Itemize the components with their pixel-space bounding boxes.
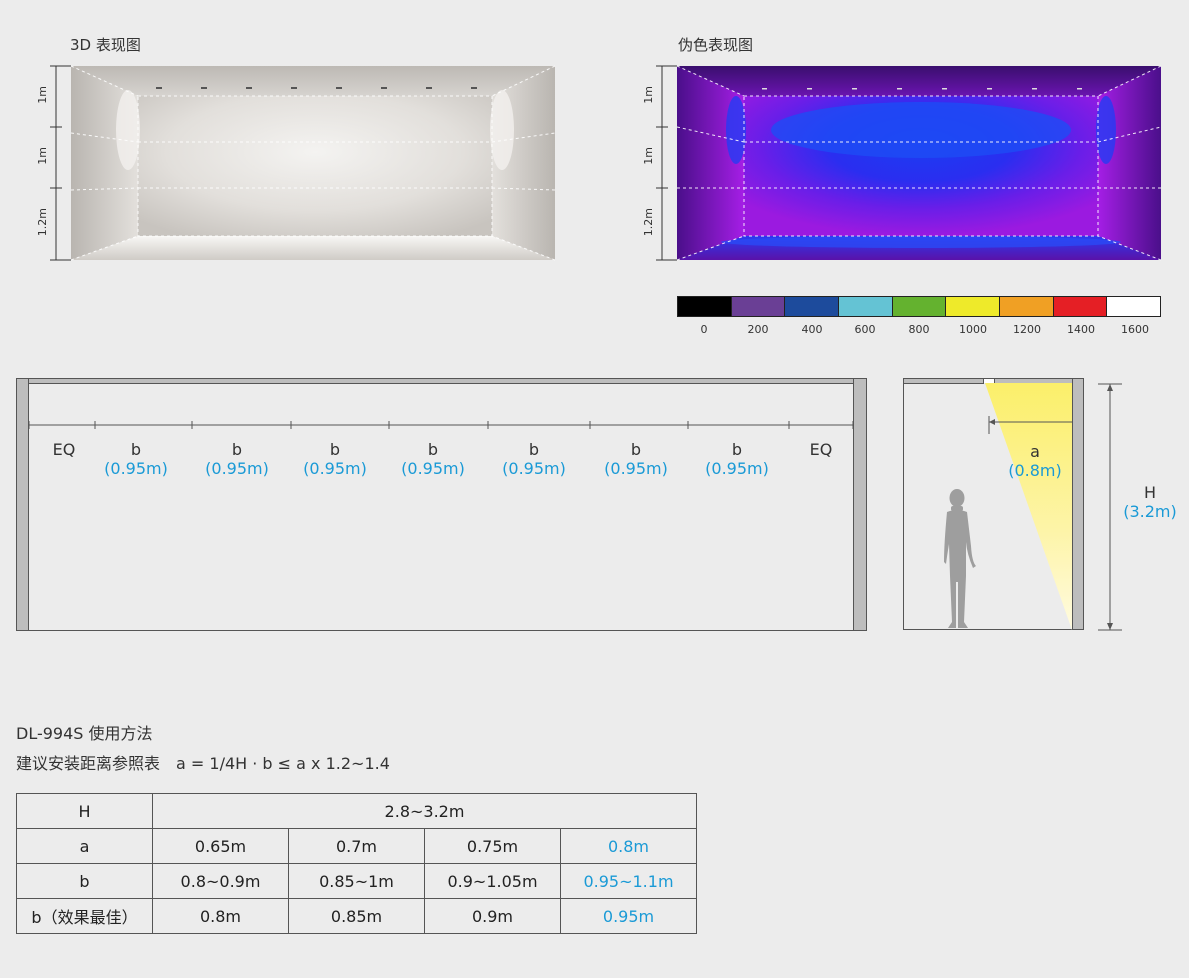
color-scale-bar [677, 296, 1161, 317]
scale-label: 1400 [1067, 323, 1095, 336]
scale-swatch [1000, 297, 1054, 316]
scale-swatch [946, 297, 1001, 316]
render-3d-dim-1: 1m [36, 86, 49, 104]
table-cell: 0.8m [560, 828, 697, 864]
usage-title: DL-994S 使用方法 [16, 724, 153, 743]
table-cell: 0.85m [288, 898, 425, 934]
table-cell: 0.65m [152, 828, 289, 864]
table-cell: 2.8~3.2m [152, 793, 697, 829]
section-view [903, 378, 1122, 631]
plan-view [16, 378, 867, 631]
plan-segment-label: b (0.95m) [205, 440, 269, 478]
table-cell: 0.95m [560, 898, 697, 934]
table-cell: 0.8~0.9m [152, 863, 289, 899]
falsecolor-dim-1: 1m [642, 86, 655, 104]
table-row: b（效果最佳） 0.8m 0.85m 0.9m 0.95m [16, 898, 697, 934]
scale-swatch [731, 297, 786, 316]
falsecolor-title: 伪色表现图 [678, 36, 754, 54]
usage-formula: 建议安装距离参照表 a = 1/4H · b ≤ a x 1.2~1.4 [16, 754, 390, 773]
scale-label: 600 [854, 323, 876, 336]
falsecolor-dim-3: 1.2m [642, 208, 655, 237]
scale-label: 400 [801, 323, 823, 336]
table-head-cell: a [16, 828, 153, 864]
plan-segment-label: b (0.95m) [502, 440, 566, 478]
plan-segment-label: b (0.95m) [104, 440, 168, 478]
plan-segment-label: b (0.95m) [401, 440, 465, 478]
table-row: b 0.8~0.9m 0.85~1m 0.9~1.05m 0.95~1.1m [16, 863, 697, 899]
scale-swatch [892, 297, 947, 316]
render-3d-title: 3D 表现图 [70, 36, 141, 54]
falsecolor-image [656, 65, 1162, 261]
plan-segment-label: b (0.95m) [303, 440, 367, 478]
render-3d-image [50, 65, 556, 261]
table-cell: 0.85~1m [288, 863, 425, 899]
table-head-cell: b（效果最佳） [16, 898, 153, 934]
render-3d-dim-3: 1.2m [36, 208, 49, 237]
person-silhouette-icon [944, 489, 976, 628]
table-head-cell: H [16, 793, 153, 829]
table-cell: 0.8m [152, 898, 289, 934]
scale-swatch [1053, 297, 1108, 316]
table-cell: 0.75m [424, 828, 561, 864]
table-row: a 0.65m 0.7m 0.75m 0.8m [16, 828, 697, 864]
scale-swatch [1107, 297, 1161, 316]
scale-label: 0 [700, 323, 708, 336]
render-3d-dim-2: 1m [36, 147, 49, 165]
scale-label: 1200 [1013, 323, 1041, 336]
falsecolor-dim-2: 1m [642, 147, 655, 165]
table-cell: 0.7m [288, 828, 425, 864]
scale-label: 200 [747, 323, 769, 336]
plan-segment-label: b (0.95m) [604, 440, 668, 478]
table-cell: 0.9~1.05m [424, 863, 561, 899]
plan-segment-label: b (0.95m) [705, 440, 769, 478]
reference-table: H 2.8~3.2m a 0.65m 0.7m 0.75m 0.8m b 0.8… [16, 793, 697, 934]
table-cell: 0.95~1.1m [560, 863, 697, 899]
table-cell: 0.9m [424, 898, 561, 934]
scale-swatch [839, 297, 893, 316]
scale-swatch [678, 297, 732, 316]
section-a-label: a (0.8m) [1008, 442, 1062, 480]
scale-label: 1600 [1121, 323, 1149, 336]
table-head-cell: b [16, 863, 153, 899]
scale-swatch [785, 297, 840, 316]
scale-label: 1000 [959, 323, 987, 336]
plan-segment-label: EQ [809, 440, 833, 459]
table-row: H 2.8~3.2m [16, 793, 697, 829]
scale-label: 800 [908, 323, 930, 336]
section-h-label: H (3.2m) [1123, 483, 1177, 521]
